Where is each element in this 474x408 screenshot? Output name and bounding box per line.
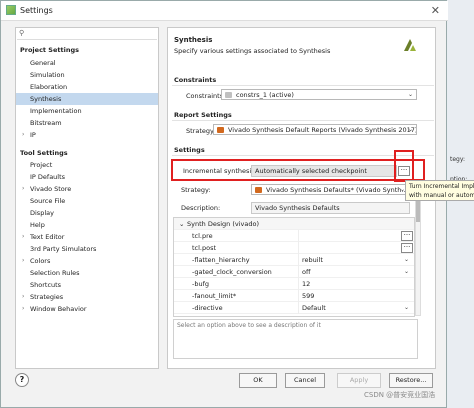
- chevron-down-icon: ⌄: [407, 126, 413, 133]
- table-row[interactable]: -flatten_hierarchy rebuilt ⌄: [174, 254, 414, 266]
- options-group-row[interactable]: ⌄ Synth Design (vivado): [174, 218, 414, 230]
- help-icon[interactable]: ?: [15, 373, 29, 387]
- table-row[interactable]: -gated_clock_conversion off ⌄: [174, 266, 414, 278]
- chevron-down-icon: ⌄: [403, 256, 409, 263]
- vivado-app-icon: [6, 5, 16, 15]
- tcl-post-browse-button[interactable]: ···: [401, 243, 413, 253]
- nav-item-synthesis[interactable]: Synthesis: [16, 93, 158, 105]
- constraint-set-icon: [225, 92, 232, 98]
- nav-item-ip[interactable]: › IP: [16, 129, 158, 141]
- constraints-header: Constraints: [174, 76, 217, 84]
- vivado-logo-icon: [404, 39, 416, 51]
- nav-item-ip-defaults[interactable]: IP Defaults: [16, 171, 158, 183]
- options-scrollbar[interactable]: [415, 191, 421, 316]
- close-icon[interactable]: ✕: [431, 4, 440, 17]
- report-strategy-select[interactable]: Vivado Synthesis Default Reports (Vivado…: [213, 124, 417, 135]
- nav-item-text-editor[interactable]: › Text Editor: [16, 231, 158, 243]
- option-description-box: Select an option above to see a descript…: [173, 319, 418, 359]
- description-label: Description:: [181, 204, 221, 212]
- constraints-select[interactable]: constrs_1 (active) ⌄: [221, 89, 417, 100]
- report-strategy-label: Strategy:: [186, 127, 216, 135]
- nav-item-implementation[interactable]: Implementation: [16, 105, 158, 117]
- apply-button[interactable]: Apply: [337, 373, 381, 388]
- nav-item-elaboration[interactable]: Elaboration: [16, 81, 158, 93]
- strategy-label: Strategy:: [181, 186, 211, 194]
- tcl-pre-browse-button[interactable]: ···: [401, 231, 413, 241]
- nav-item-shortcuts[interactable]: Shortcuts: [16, 279, 158, 291]
- tool-settings-header: Tool Settings: [20, 149, 68, 157]
- nav-item-colors[interactable]: › Colors: [16, 255, 158, 267]
- strategy-icon: [255, 187, 262, 193]
- chevron-right-icon[interactable]: ›: [22, 231, 24, 243]
- chevron-right-icon[interactable]: ›: [22, 183, 24, 195]
- constraints-label: Constraints: [186, 92, 224, 100]
- settings-header: Settings: [174, 146, 205, 154]
- description-field[interactable]: Vivado Synthesis Defaults: [251, 202, 410, 214]
- options-table: ⌄ Synth Design (vivado) tcl.pre tcl.post…: [173, 217, 415, 317]
- chevron-right-icon[interactable]: ›: [22, 129, 24, 141]
- red-highlight-browse: [394, 150, 414, 182]
- table-row[interactable]: -directive Default ⌄: [174, 302, 414, 314]
- divider: [172, 85, 434, 86]
- nav-item-display[interactable]: Display: [16, 207, 158, 219]
- title-bar: Settings ✕: [1, 1, 448, 21]
- nav-item-simulation[interactable]: Simulation: [16, 69, 158, 81]
- strategy-select[interactable]: Vivado Synthesis Defaults* (Vivado Synth…: [251, 184, 409, 195]
- page-subtitle: Specify various settings associated to S…: [174, 47, 331, 55]
- restore-button[interactable]: Restore...: [389, 373, 433, 388]
- nav-item-window-behavior[interactable]: › Window Behavior: [16, 303, 158, 315]
- chevron-down-icon: ⌄: [403, 304, 409, 311]
- chevron-down-icon: ⌄: [403, 268, 409, 275]
- page-title: Synthesis: [174, 36, 213, 44]
- nav-item-source-file[interactable]: Source File: [16, 195, 158, 207]
- nav-item-vivado-store[interactable]: › Vivado Store: [16, 183, 158, 195]
- chevron-right-icon[interactable]: ›: [22, 303, 24, 315]
- nav-item-selection-rules[interactable]: Selection Rules: [16, 267, 158, 279]
- chevron-down-icon: ⌄: [407, 91, 413, 98]
- red-highlight-incremental: [171, 159, 425, 181]
- watermark: CSDN @普安竞业国浩: [364, 391, 436, 399]
- table-row[interactable]: tcl.pre: [174, 230, 414, 242]
- nav-item-general[interactable]: General: [16, 57, 158, 69]
- nav-item-bitstream[interactable]: Bitstream: [16, 117, 158, 129]
- chevron-right-icon[interactable]: ›: [22, 291, 24, 303]
- chevron-right-icon[interactable]: ›: [22, 255, 24, 267]
- ok-button[interactable]: OK: [239, 373, 277, 388]
- nav-item-project[interactable]: Project: [16, 159, 158, 171]
- strategy-icon: [217, 127, 224, 133]
- divider: [172, 120, 434, 121]
- nav-item-help[interactable]: Help: [16, 219, 158, 231]
- table-row[interactable]: tcl.post: [174, 242, 414, 254]
- window-title: Settings: [20, 6, 53, 15]
- tooltip: Turn Incremental Implem with manual or a…: [405, 180, 474, 201]
- table-row[interactable]: -fanout_limit* 599: [174, 290, 414, 302]
- cancel-button[interactable]: Cancel: [285, 373, 325, 388]
- chevron-down-icon[interactable]: ⌄: [179, 218, 184, 230]
- nav-item-strategies[interactable]: › Strategies: [16, 291, 158, 303]
- nav-search-input[interactable]: ⚲: [17, 29, 157, 40]
- settings-dialog: Settings ✕ ⚲ Project Settings General Si…: [0, 0, 448, 408]
- settings-nav-panel: ⚲ Project Settings General Simulation El…: [15, 27, 159, 369]
- project-settings-header: Project Settings: [20, 46, 79, 54]
- table-row[interactable]: -bufg 12: [174, 278, 414, 290]
- background-strategy-text: tegy:: [450, 156, 465, 163]
- report-settings-header: Report Settings: [174, 111, 232, 119]
- synthesis-settings-panel: Synthesis Specify various settings assoc…: [167, 27, 436, 369]
- search-icon: ⚲: [19, 29, 25, 37]
- nav-item-3rd-party-simulators[interactable]: 3rd Party Simulators: [16, 243, 158, 255]
